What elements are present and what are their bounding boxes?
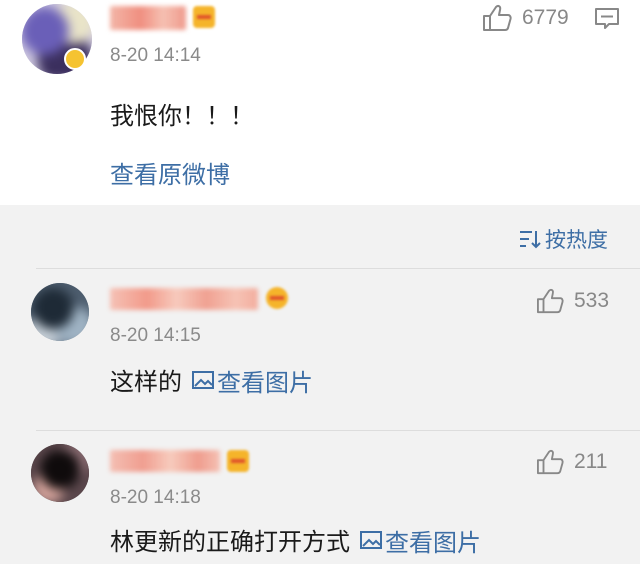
thumbs-up-icon	[537, 288, 564, 314]
username-pixelated[interactable]	[110, 288, 258, 310]
vip-badge-icon	[266, 287, 288, 309]
like-count: 211	[574, 450, 608, 473]
verified-badge-icon	[64, 48, 86, 70]
vip-badge-icon	[227, 450, 249, 472]
image-icon	[192, 371, 214, 389]
thumbs-up-icon	[483, 5, 512, 31]
like-count: 6779	[522, 6, 569, 29]
reply-time: 8-20 14:15	[110, 325, 201, 346]
thumbs-up-icon	[537, 449, 564, 475]
reply-text: 林更新的正确打开方式	[110, 528, 350, 556]
divider	[36, 268, 640, 269]
image-icon	[360, 531, 382, 549]
reply-time: 8-20 14:18	[110, 487, 201, 508]
like-button[interactable]: 533	[536, 288, 609, 314]
comment-icon[interactable]	[594, 7, 620, 31]
divider	[36, 430, 640, 431]
reply-text-line: 林更新的正确打开方式 查看图片	[110, 522, 481, 558]
reply-text: 这样的	[110, 368, 182, 396]
sort-icon	[520, 231, 541, 249]
vip-badge-icon	[193, 6, 215, 28]
like-button[interactable]: 211	[536, 449, 607, 475]
sort-by-hot-button[interactable]: 按热度	[519, 224, 608, 254]
comment-time: 8-20 14:14	[110, 45, 201, 66]
avatar[interactable]	[31, 283, 89, 341]
view-original-link[interactable]: 查看原微博	[110, 155, 230, 190]
username-pixelated[interactable]	[110, 6, 186, 30]
view-image-label: 查看图片	[217, 368, 313, 397]
username-pixelated[interactable]	[110, 450, 220, 472]
sort-label: 按热度	[545, 228, 608, 252]
main-comment: 8-20 14:14 6779 我恨你！！！ 查看原微博	[0, 0, 640, 205]
view-image-link[interactable]: 查看图片	[192, 363, 313, 398]
view-image-link[interactable]: 查看图片	[360, 523, 481, 558]
like-count: 533	[574, 289, 610, 312]
comment-text: 我恨你！！！	[110, 102, 254, 130]
like-button[interactable]: 6779	[482, 4, 569, 32]
reply-text-line: 这样的 查看图片	[110, 362, 313, 398]
avatar[interactable]	[31, 444, 89, 502]
replies-section	[0, 205, 640, 564]
view-image-label: 查看图片	[385, 528, 481, 557]
